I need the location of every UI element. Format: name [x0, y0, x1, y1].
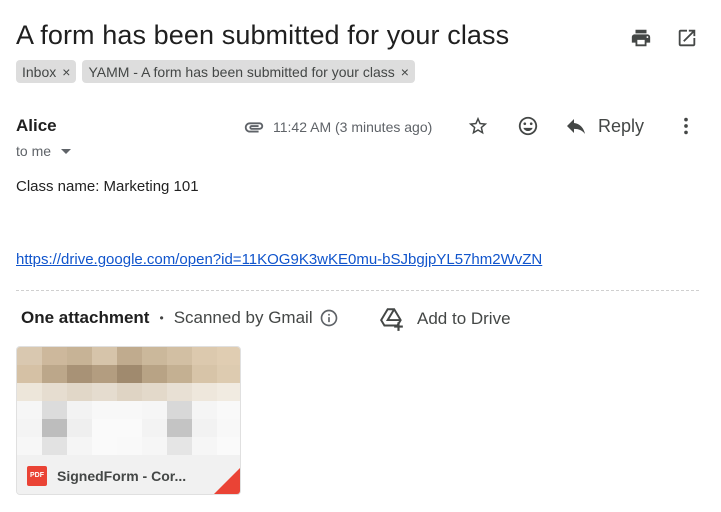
print-icon[interactable] — [629, 26, 653, 50]
reply-button[interactable]: Reply — [564, 114, 644, 138]
emoji-reaction-icon[interactable] — [516, 114, 540, 138]
more-options-icon[interactable] — [674, 114, 698, 138]
attachments-title: One attachment — [21, 308, 150, 327]
label-chips: Inbox × YAMM - A form has been submitted… — [16, 60, 415, 83]
add-to-drive-label: Add to Drive — [417, 309, 511, 328]
scanned-by-gmail: Scanned by Gmail — [174, 308, 339, 328]
remove-label-icon[interactable]: × — [401, 64, 409, 80]
label-chip-inbox[interactable]: Inbox × — [16, 60, 77, 83]
attachment-footer: PDF SignedForm - Cor... — [17, 455, 240, 494]
drive-link[interactable]: https://drive.google.com/open?id=11KOG9K… — [16, 251, 542, 268]
attachments-header: One attachment • Scanned by Gmail — [21, 308, 339, 328]
top-toolbar — [629, 26, 699, 50]
label-chip-yamm[interactable]: YAMM - A form has been submitted for you… — [82, 60, 415, 83]
remove-label-icon[interactable]: × — [62, 64, 70, 80]
pdf-corner-fold — [214, 468, 240, 494]
add-to-drive-icon — [380, 308, 403, 331]
timestamp: 11:42 AM (3 minutes ago) — [273, 119, 433, 135]
pdf-icon: PDF — [27, 465, 47, 486]
divider — [16, 290, 699, 291]
attachment-thumbnail — [17, 347, 240, 455]
recipient-text: to me — [16, 143, 52, 159]
paperclip-icon — [244, 122, 264, 133]
sender-name[interactable]: Alice — [16, 116, 57, 136]
message-body: Class name: Marketing 101 — [16, 178, 199, 195]
open-in-new-window-icon[interactable] — [675, 26, 699, 50]
message-meta: 11:42 AM (3 minutes ago) — [243, 116, 432, 138]
attachment-card[interactable]: PDF SignedForm - Cor... — [16, 346, 241, 495]
chevron-down-icon[interactable] — [61, 148, 72, 154]
scanned-text: Scanned by Gmail — [173, 308, 313, 327]
label-text: YAMM - A form has been submitted for you… — [88, 63, 395, 80]
separator-dot: • — [159, 311, 164, 325]
star-icon[interactable] — [466, 114, 490, 138]
attachment-filename: SignedForm - Cor... — [57, 467, 187, 484]
label-text: Inbox — [22, 63, 57, 80]
info-icon[interactable] — [319, 308, 339, 328]
reply-label: Reply — [598, 115, 645, 136]
email-subject: A form has been submitted for your class — [16, 20, 510, 50]
recipient-details[interactable]: to me — [16, 143, 72, 159]
add-to-drive-button[interactable]: Add to Drive — [379, 306, 511, 332]
message-actions: Reply — [466, 114, 698, 138]
reply-icon — [567, 119, 585, 134]
